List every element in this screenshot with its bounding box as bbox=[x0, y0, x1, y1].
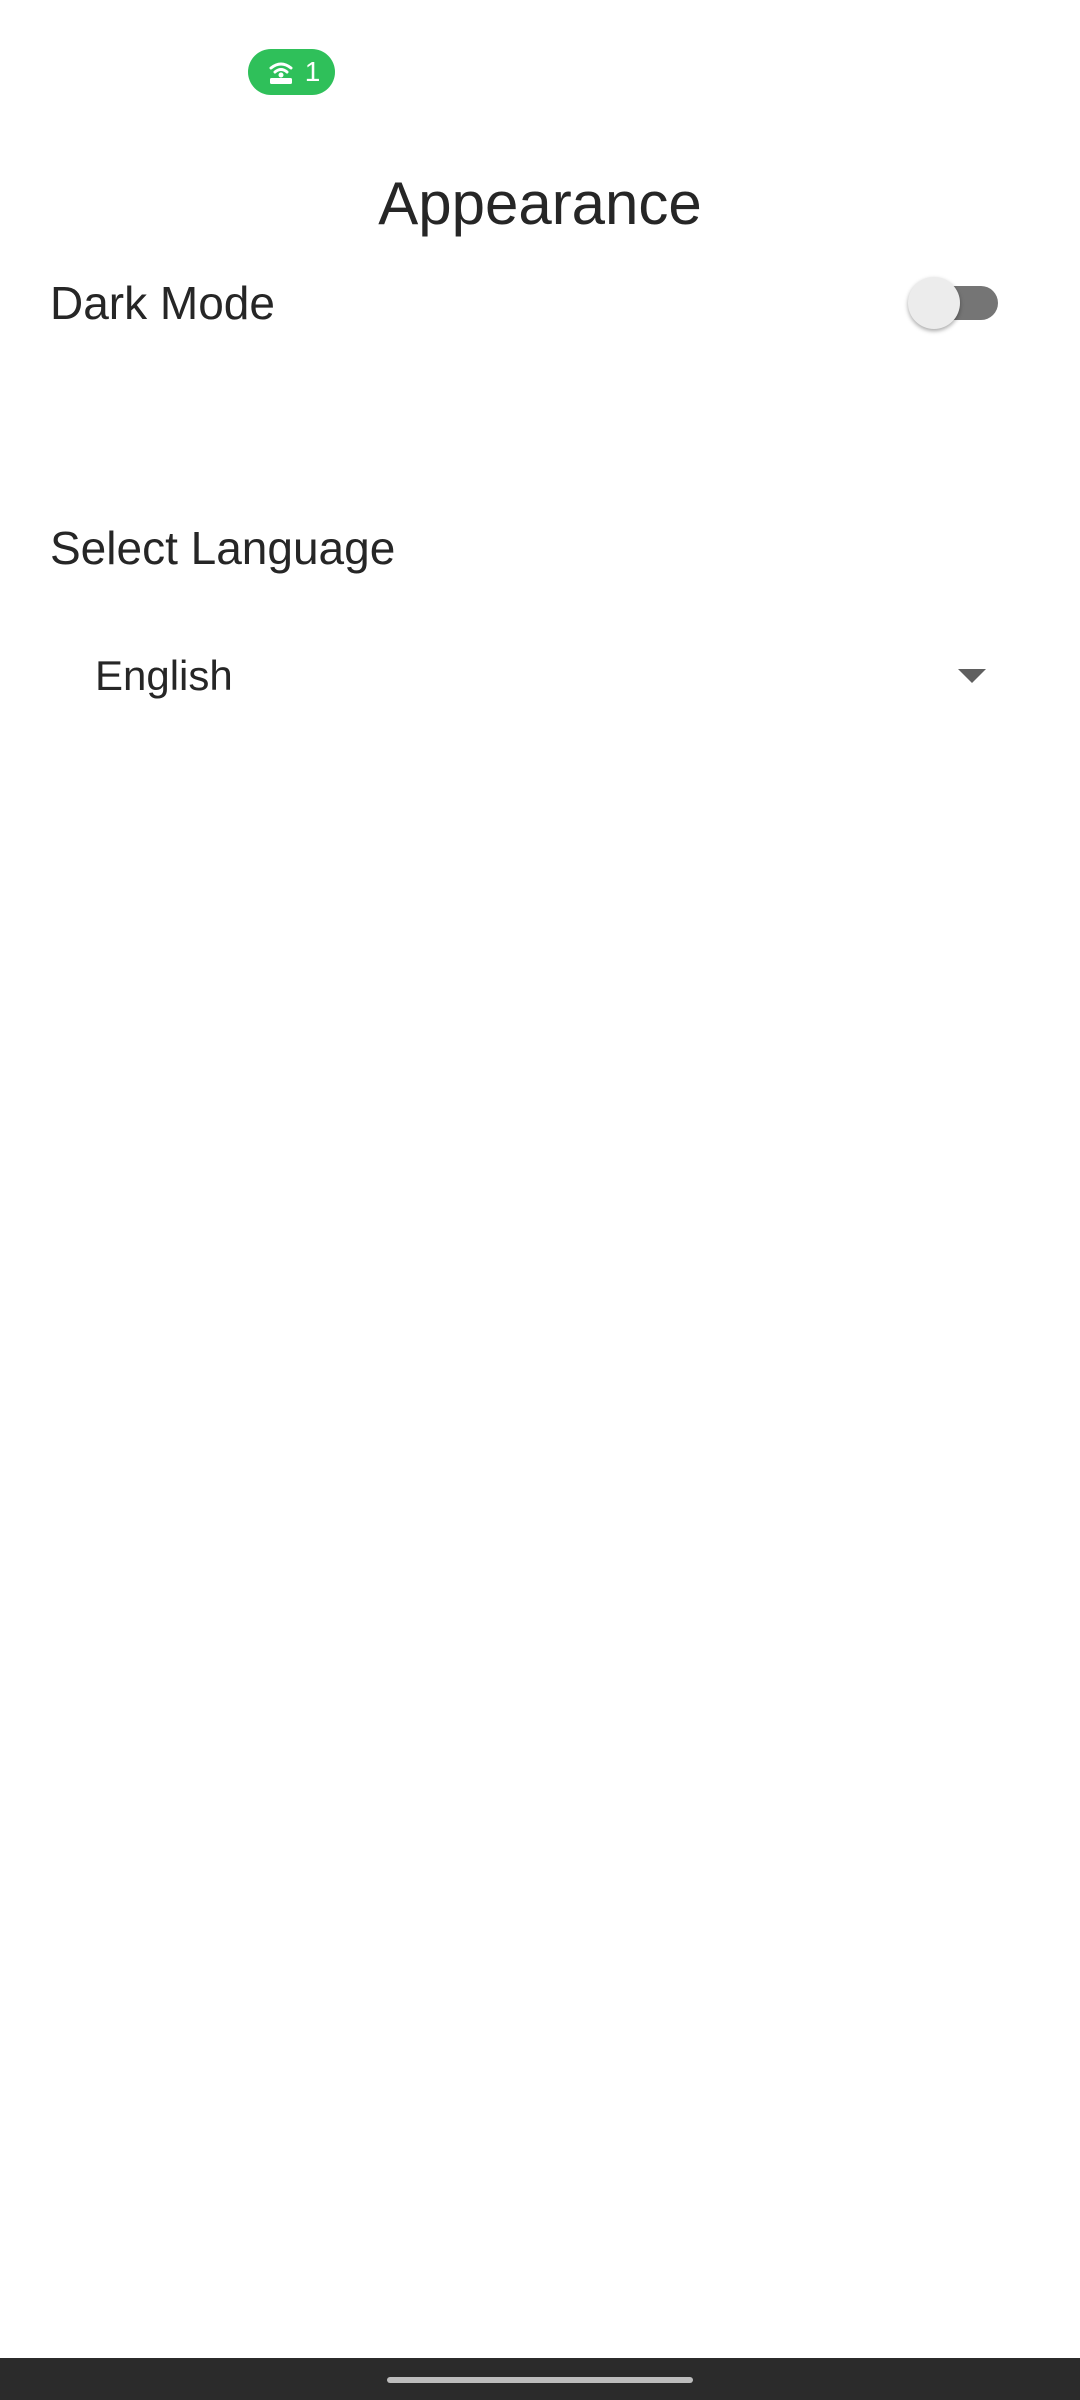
dark-mode-row[interactable]: Dark Mode bbox=[50, 266, 1010, 340]
hotspot-icon bbox=[267, 59, 295, 85]
select-language-heading: Select Language bbox=[50, 522, 396, 574]
language-dropdown-value: English bbox=[95, 652, 233, 699]
dropdown-arrow-icon bbox=[958, 669, 986, 683]
hotspot-count: 1 bbox=[304, 56, 321, 87]
dark-mode-switch[interactable] bbox=[908, 277, 1000, 329]
dark-mode-label: Dark Mode bbox=[50, 277, 275, 329]
hotspot-status-pill: 1 bbox=[248, 49, 335, 95]
appearance-screen: 1 Appearance Dark Mode Select Language E… bbox=[0, 0, 1080, 2400]
navigation-bar bbox=[0, 2358, 1080, 2400]
page-title: Appearance bbox=[378, 170, 702, 237]
home-gesture-handle[interactable] bbox=[387, 2377, 693, 2383]
language-dropdown[interactable]: English bbox=[50, 630, 1010, 722]
switch-thumb bbox=[908, 277, 960, 329]
